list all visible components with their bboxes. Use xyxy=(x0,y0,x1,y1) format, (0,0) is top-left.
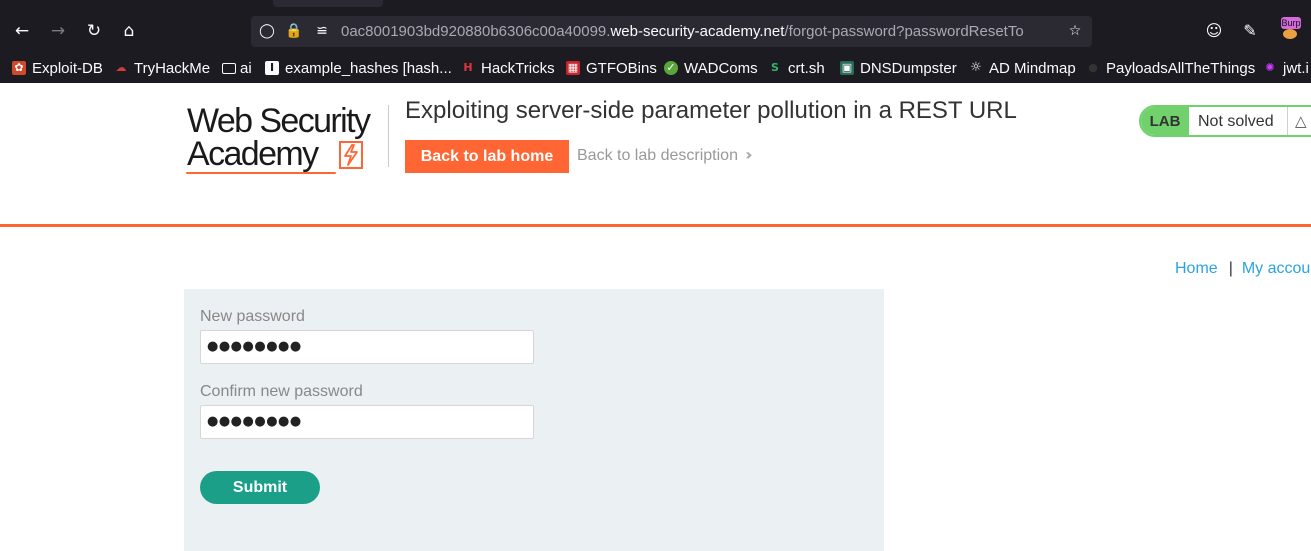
lab-badge: LAB xyxy=(1141,107,1189,135)
bookmark-label: Exploit-DB xyxy=(32,59,103,77)
hashcat-icon: I xyxy=(265,61,279,75)
home-icon[interactable]: ⌂ xyxy=(117,19,141,43)
bookmark-label: jwt.i xyxy=(1283,59,1309,77)
tab-strip-edge xyxy=(273,0,383,7)
lab-title: Exploiting server-side parameter polluti… xyxy=(405,97,1017,124)
web-page: Web Security Academy Exploiting server-s… xyxy=(0,83,1311,551)
bookmark-payloadsallthethings[interactable]: ● PayloadsAllTheThings xyxy=(1086,57,1255,79)
bookmark-label: GTFOBins xyxy=(586,59,657,77)
bookmark-label: DNSDumpster xyxy=(860,59,957,77)
bookmark-hacktricks[interactable]: H HackTricks xyxy=(461,57,555,79)
bookmark-label: TryHackMe xyxy=(134,59,211,77)
gtfobins-icon: ▦ xyxy=(566,61,580,75)
nav-home-link[interactable]: Home xyxy=(1175,260,1218,277)
bookmark-wadcoms[interactable]: ✓ WADComs xyxy=(664,57,758,79)
dnsdumpster-icon: ▣ xyxy=(840,61,854,75)
bookmark-ai[interactable]: ai xyxy=(222,57,252,79)
globe-icon: ☼ xyxy=(970,60,982,75)
header-divider xyxy=(388,105,389,167)
logo-underline xyxy=(186,172,336,174)
nav-separator: | xyxy=(1228,260,1233,277)
bookmark-dnsdumpster[interactable]: ▣ DNSDumpster xyxy=(840,57,957,79)
submit-button[interactable]: Submit xyxy=(200,471,320,504)
bookmarks-bar: ✿ Exploit-DB ☁ TryHackMe ai Iexample_hashe… xyxy=(0,53,1311,83)
url-path: /forgot-password?passwordResetTo xyxy=(784,23,1024,40)
bookmark-crt-sh[interactable]: Scrt.sh xyxy=(768,57,825,79)
confirm-password-label: Confirm new password xyxy=(200,383,363,400)
lab-status-widget: LAB Not solved △ xyxy=(1139,105,1311,137)
bookmark-example-hashes[interactable]: Iexample_hashes [hash... xyxy=(265,57,452,79)
bookmark-label: crt.sh xyxy=(788,59,825,77)
bookmark-exploit-db[interactable]: ✿ Exploit-DB xyxy=(12,57,103,79)
bookmark-label: HackTricks xyxy=(481,59,555,77)
bookmark-tryhackme[interactable]: ☁ TryHackMe xyxy=(114,57,211,79)
bookmark-label: WADComs xyxy=(684,59,758,77)
permissions-icon[interactable]: ≌ xyxy=(311,20,333,42)
logo-line1: Web Security xyxy=(187,102,371,140)
url-prefix: 0ac8001903bd920880b6306c00a40099. xyxy=(341,23,611,40)
wadcoms-icon: ✓ xyxy=(664,61,678,75)
forward-arrow-icon[interactable]: → xyxy=(46,19,70,43)
lock-icon[interactable]: 🔒 xyxy=(283,20,305,42)
bookmark-star-icon[interactable]: ☆ xyxy=(1064,20,1086,42)
bookmark-label: PayloadsAllTheThings xyxy=(1106,59,1256,77)
exploit-db-icon: ✿ xyxy=(12,61,26,75)
url-text[interactable]: 0ac8001903bd920880b6306c00a40099.web-sec… xyxy=(341,23,1061,40)
new-password-input[interactable]: ●●●●●●●● xyxy=(200,330,534,364)
bookmark-label: example_hashes [hash... xyxy=(285,59,452,77)
web-security-academy-logo[interactable]: Web Security Academy xyxy=(186,103,386,175)
lab-state: Not solved xyxy=(1198,113,1274,130)
back-to-lab-home-button[interactable]: Back to lab home xyxy=(405,140,569,173)
nav-my-account-link[interactable]: My accou xyxy=(1242,260,1310,277)
bookmark-label: AD Mindmap xyxy=(989,59,1076,77)
bookmark-label: ai xyxy=(240,59,252,77)
logo-bolt-icon xyxy=(339,141,363,169)
lab-status-divider xyxy=(1287,107,1288,135)
extensions-icon[interactable]: ✎ xyxy=(1238,19,1262,43)
url-host: web-security-academy.net xyxy=(610,23,785,40)
reload-icon[interactable]: ↻ xyxy=(82,19,106,43)
double-chevron-right-icon[interactable]: ›› xyxy=(745,145,752,164)
hacktricks-icon: H xyxy=(463,61,473,74)
crt-sh-icon: S xyxy=(771,61,779,74)
bookmark-gtfobins[interactable]: ▦ GTFOBins xyxy=(566,57,657,79)
flask-icon: △ xyxy=(1295,112,1307,130)
bookmark-jwt[interactable]: ✺ jwt.i xyxy=(1263,57,1309,79)
burp-badge-label: Burp xyxy=(1281,17,1301,29)
reset-password-form: New password ●●●●●●●● Confirm new passwo… xyxy=(184,289,884,551)
logo-line2: Academy xyxy=(187,135,319,173)
new-password-label: New password xyxy=(200,308,305,325)
jwt-icon: ✺ xyxy=(1265,61,1275,74)
folder-icon xyxy=(222,62,236,74)
tryhackme-icon: ☁ xyxy=(115,61,127,74)
address-bar[interactable]: ◯ 🔒 ≌ 0ac8001903bd920880b6306c00a40099.w… xyxy=(251,16,1092,47)
burp-badge-face xyxy=(1283,29,1297,39)
account-icon[interactable]: ☺ xyxy=(1202,19,1226,43)
shield-icon[interactable]: ◯ xyxy=(256,20,278,42)
back-to-lab-description-link[interactable]: Back to lab description xyxy=(577,147,738,165)
back-arrow-icon[interactable]: ← xyxy=(10,19,34,43)
bookmark-ad-mindmap[interactable]: ☼ AD Mindmap xyxy=(969,57,1076,79)
header-orange-rule xyxy=(0,224,1311,227)
burp-extension-icon[interactable]: Burp xyxy=(1279,17,1301,41)
top-nav-links: Home | My accou xyxy=(1175,260,1310,278)
github-icon: ● xyxy=(1088,61,1098,74)
confirm-password-input[interactable]: ●●●●●●●● xyxy=(200,405,534,439)
browser-toolbar: ← → ↻ ⌂ ◯ 🔒 ≌ 0ac8001903bd920880b6306c00… xyxy=(0,0,1311,53)
